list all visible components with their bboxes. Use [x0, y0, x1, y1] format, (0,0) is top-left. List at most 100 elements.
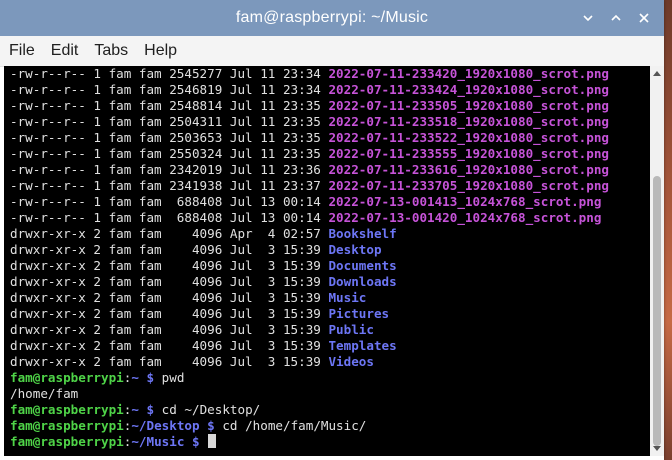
- file-metadata: -rw-r--r-- 1 fam fam 2545277 Jul 11 23:3…: [10, 66, 329, 81]
- dir-metadata: drwxr-xr-x 2 fam fam 4096 Jul 3 15:39: [10, 322, 329, 337]
- command-output: /home/fam: [4, 386, 650, 402]
- close-icon: [639, 13, 649, 23]
- menu-file[interactable]: File: [9, 42, 35, 60]
- menu-tabs[interactable]: Tabs: [94, 42, 128, 60]
- scroll-thumb[interactable]: [653, 176, 661, 446]
- listing-dir-row: drwxr-xr-x 2 fam fam 4096 Apr 4 02:57 Bo…: [4, 226, 650, 242]
- scroll-down-button[interactable]: [650, 442, 664, 456]
- command-text: pwd: [161, 370, 185, 385]
- dir-name: Documents: [328, 258, 397, 273]
- menu-bar: File Edit Tabs Help: [0, 36, 664, 67]
- prompt-symbol: $: [138, 402, 162, 417]
- dir-metadata: drwxr-xr-x 2 fam fam 4096 Apr 4 02:57: [10, 226, 329, 241]
- listing-file-row: -rw-r--r-- 1 fam fam 2342019 Jul 11 23:3…: [4, 162, 650, 178]
- output-text: /home/fam: [10, 386, 79, 401]
- file-name: 2022-07-13-001413_1024x768_scrot.png: [328, 194, 602, 209]
- file-metadata: -rw-r--r-- 1 fam fam 2503653 Jul 11 23:3…: [10, 130, 329, 145]
- prompt-user: fam@raspberrypi: [10, 418, 124, 433]
- prompt-user: fam@raspberrypi: [10, 402, 124, 417]
- text-cursor: [208, 434, 217, 448]
- file-name: 2022-07-11-233705_1920x1080_scrot.png: [328, 178, 609, 193]
- command-text: cd /home/fam/Music/: [222, 418, 367, 433]
- listing-file-row: -rw-r--r-- 1 fam fam 2550324 Jul 11 23:3…: [4, 146, 650, 162]
- dir-name: Downloads: [328, 274, 397, 289]
- listing-dir-row: drwxr-xr-x 2 fam fam 4096 Jul 3 15:39 Vi…: [4, 354, 650, 370]
- dir-metadata: drwxr-xr-x 2 fam fam 4096 Jul 3 15:39: [10, 354, 329, 369]
- file-metadata: -rw-r--r-- 1 fam fam 2550324 Jul 11 23:3…: [10, 146, 329, 161]
- dir-name: Templates: [328, 338, 397, 353]
- listing-dir-row: drwxr-xr-x 2 fam fam 4096 Jul 3 15:39 Te…: [4, 338, 650, 354]
- listing-file-row: -rw-r--r-- 1 fam fam 688408 Jul 13 00:14…: [4, 210, 650, 226]
- scroll-up-button[interactable]: [650, 66, 664, 80]
- window-controls: [574, 0, 658, 36]
- dir-name: Music: [328, 290, 367, 305]
- dir-name: Pictures: [328, 306, 390, 321]
- file-name: 2022-07-11-233555_1920x1080_scrot.png: [328, 146, 609, 161]
- file-name: 2022-07-11-233505_1920x1080_scrot.png: [328, 98, 609, 113]
- listing-file-row: -rw-r--r-- 1 fam fam 2504311 Jul 11 23:3…: [4, 114, 650, 130]
- file-metadata: -rw-r--r-- 1 fam fam 688408 Jul 13 00:14: [10, 210, 329, 225]
- file-metadata: -rw-r--r-- 1 fam fam 2341938 Jul 11 23:3…: [10, 178, 329, 193]
- file-name: 2022-07-11-233616_1920x1080_scrot.png: [328, 162, 609, 177]
- window-title: fam@raspberrypi: ~/Music: [235, 9, 429, 26]
- terminal-window: fam@raspberrypi: ~/Music File Edit Tabs …: [0, 0, 664, 460]
- listing-dir-row: drwxr-xr-x 2 fam fam 4096 Jul 3 15:39 Do…: [4, 258, 650, 274]
- maximize-button[interactable]: [602, 6, 630, 30]
- file-metadata: -rw-r--r-- 1 fam fam 2546819 Jul 11 23:3…: [10, 82, 329, 97]
- file-name: 2022-07-11-233424_1920x1080_scrot.png: [328, 82, 609, 97]
- prompt-symbol: $: [199, 418, 223, 433]
- file-name: 2022-07-11-233522_1920x1080_scrot.png: [328, 130, 609, 145]
- dir-name: Desktop: [328, 242, 382, 257]
- maximize-icon: [611, 14, 621, 21]
- listing-dir-row: drwxr-xr-x 2 fam fam 4096 Jul 3 15:39 Pu…: [4, 322, 650, 338]
- listing-file-row: -rw-r--r-- 1 fam fam 2546819 Jul 11 23:3…: [4, 82, 650, 98]
- dir-metadata: drwxr-xr-x 2 fam fam 4096 Jul 3 15:39: [10, 258, 329, 273]
- prompt-path: ~: [131, 402, 139, 417]
- listing-dir-row: drwxr-xr-x 2 fam fam 4096 Jul 3 15:39 Do…: [4, 274, 650, 290]
- scroll-up-icon: [653, 71, 661, 76]
- prompt-path: ~: [131, 370, 139, 385]
- prompt-path: ~/Music: [131, 434, 185, 449]
- prompt-user: fam@raspberrypi: [10, 370, 124, 385]
- dir-metadata: drwxr-xr-x 2 fam fam 4096 Jul 3 15:39: [10, 290, 329, 305]
- prompt-line: fam@raspberrypi:~/Desktop $ cd /home/fam…: [4, 418, 650, 434]
- dir-metadata: drwxr-xr-x 2 fam fam 4096 Jul 3 15:39: [10, 338, 329, 353]
- dir-metadata: drwxr-xr-x 2 fam fam 4096 Jul 3 15:39: [10, 274, 329, 289]
- prompt-user: fam@raspberrypi: [10, 434, 124, 449]
- scrollbar[interactable]: [650, 66, 664, 456]
- listing-file-row: -rw-r--r-- 1 fam fam 2545277 Jul 11 23:3…: [4, 66, 650, 82]
- prompt-line: fam@raspberrypi:~/Music $: [4, 434, 650, 450]
- menu-edit[interactable]: Edit: [51, 42, 79, 60]
- command-text: cd ~/Desktop/: [161, 402, 261, 417]
- title-bar[interactable]: fam@raspberrypi: ~/Music: [0, 0, 664, 36]
- prompt-line: fam@raspberrypi:~ $ cd ~/Desktop/: [4, 402, 650, 418]
- listing-dir-row: drwxr-xr-x 2 fam fam 4096 Jul 3 15:39 De…: [4, 242, 650, 258]
- file-metadata: -rw-r--r-- 1 fam fam 2504311 Jul 11 23:3…: [10, 114, 329, 129]
- prompt-path: ~/Desktop: [131, 418, 200, 433]
- file-name: 2022-07-13-001420_1024x768_scrot.png: [328, 210, 602, 225]
- minimize-icon: [583, 15, 593, 22]
- scroll-down-icon: [653, 446, 661, 451]
- dir-name: Bookshelf: [328, 226, 397, 241]
- listing-dir-row: drwxr-xr-x 2 fam fam 4096 Jul 3 15:39 Pi…: [4, 306, 650, 322]
- file-metadata: -rw-r--r-- 1 fam fam 688408 Jul 13 00:14: [10, 194, 329, 209]
- prompt-line: fam@raspberrypi:~ $ pwd: [4, 370, 650, 386]
- menu-help[interactable]: Help: [144, 42, 177, 60]
- file-metadata: -rw-r--r-- 1 fam fam 2342019 Jul 11 23:3…: [10, 162, 329, 177]
- prompt-symbol: $: [138, 370, 162, 385]
- file-name: 2022-07-11-233420_1920x1080_scrot.png: [328, 66, 609, 81]
- dir-name: Public: [328, 322, 374, 337]
- dir-metadata: drwxr-xr-x 2 fam fam 4096 Jul 3 15:39: [10, 306, 329, 321]
- minimize-button[interactable]: [574, 6, 602, 30]
- dir-metadata: drwxr-xr-x 2 fam fam 4096 Jul 3 15:39: [10, 242, 329, 257]
- listing-file-row: -rw-r--r-- 1 fam fam 688408 Jul 13 00:14…: [4, 194, 650, 210]
- close-button[interactable]: [630, 6, 658, 30]
- listing-file-row: -rw-r--r-- 1 fam fam 2341938 Jul 11 23:3…: [4, 178, 650, 194]
- prompt-symbol: $: [184, 434, 208, 449]
- listing-file-row: -rw-r--r-- 1 fam fam 2548814 Jul 11 23:3…: [4, 98, 650, 114]
- listing-dir-row: drwxr-xr-x 2 fam fam 4096 Jul 3 15:39 Mu…: [4, 290, 650, 306]
- file-name: 2022-07-11-233518_1920x1080_scrot.png: [328, 114, 609, 129]
- terminal-output[interactable]: -rw-r--r-- 1 fam fam 2545277 Jul 11 23:3…: [4, 66, 650, 456]
- file-metadata: -rw-r--r-- 1 fam fam 2548814 Jul 11 23:3…: [10, 98, 329, 113]
- dir-name: Videos: [328, 354, 374, 369]
